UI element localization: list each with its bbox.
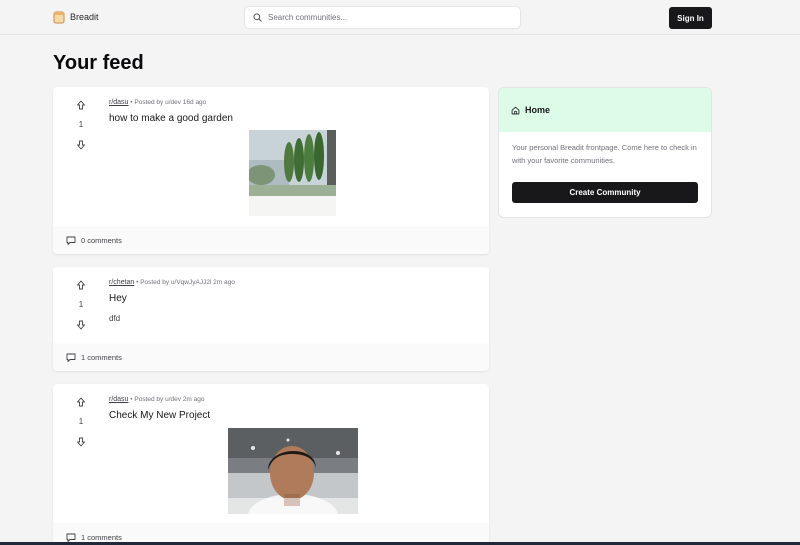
navbar: Breadit Sign In	[0, 0, 800, 35]
post-meta: r/dasu • Posted by u/dev 16d ago	[109, 99, 206, 106]
sidebar-description: Your personal Breadit frontpage. Come he…	[512, 143, 697, 165]
post-title[interactable]: Hey	[109, 293, 127, 304]
arrow-up-icon[interactable]	[75, 100, 87, 110]
subreddit-link[interactable]: r/dasu	[109, 99, 128, 106]
arrow-down-icon[interactable]	[75, 437, 87, 447]
arrow-up-icon[interactable]	[75, 397, 87, 407]
post-title[interactable]: Check My New Project	[109, 410, 210, 421]
search-icon	[253, 13, 262, 22]
subreddit-link[interactable]: r/dasu	[109, 396, 128, 403]
post-byline: Posted by u/dev 2m ago	[134, 396, 205, 403]
home-icon	[511, 106, 520, 114]
post-meta: r/dasu • Posted by u/dev 2m ago	[109, 396, 204, 403]
post-title[interactable]: how to make a good garden	[109, 113, 233, 124]
post-footer[interactable]: 1 comments	[53, 343, 489, 371]
page-title: Your feed	[53, 52, 144, 74]
comment-count: 1 comments	[81, 532, 122, 542]
post-byline: Posted by u/VqwJyAJJ2l 2m ago	[140, 279, 235, 286]
home-logo-link[interactable]: Breadit	[53, 10, 99, 24]
arrow-down-icon[interactable]	[75, 140, 87, 150]
post-byline: Posted by u/dev 16d ago	[134, 99, 207, 106]
create-community-button[interactable]: Create Community	[512, 182, 698, 203]
comment-icon	[66, 533, 76, 542]
post-meta: r/chetan • Posted by u/VqwJyAJJ2l 2m ago	[109, 279, 235, 286]
post-card: 1 r/dasu • Posted by u/dev 2m ago Check …	[53, 384, 489, 545]
subreddit-link[interactable]: r/chetan	[109, 279, 134, 286]
comment-count: 1 comments	[81, 352, 122, 362]
bread-logo-icon	[53, 11, 65, 24]
app-name: Breadit	[70, 12, 99, 22]
arrow-down-icon[interactable]	[75, 320, 87, 330]
search-input[interactable]	[268, 13, 508, 22]
vote-controls: 1	[75, 100, 87, 150]
vote-controls: 1	[75, 280, 87, 330]
vote-count: 1	[78, 120, 84, 129]
post-card: 1 r/chetan • Posted by u/VqwJyAJJ2l 2m a…	[53, 267, 489, 371]
post-body: dfd	[109, 314, 121, 323]
comment-icon	[66, 353, 76, 362]
sign-in-button[interactable]: Sign In	[669, 7, 712, 29]
post-image	[228, 428, 358, 514]
post-image	[249, 130, 336, 216]
comment-count: 0 comments	[81, 235, 122, 245]
home-sidebar-card: Home Your personal Breadit frontpage. Co…	[498, 87, 712, 218]
vote-count: 1	[78, 417, 84, 426]
vote-controls: 1	[75, 397, 87, 447]
vote-count: 1	[78, 300, 84, 309]
comment-icon	[66, 236, 76, 245]
search-bar[interactable]	[244, 6, 521, 29]
arrow-up-icon[interactable]	[75, 280, 87, 290]
sidebar-title: Home	[525, 105, 551, 115]
post-card: 1 r/dasu • Posted by u/dev 16d ago how t…	[53, 87, 489, 254]
post-footer[interactable]: 0 comments	[53, 226, 489, 254]
sidebar-header: Home	[499, 88, 711, 132]
